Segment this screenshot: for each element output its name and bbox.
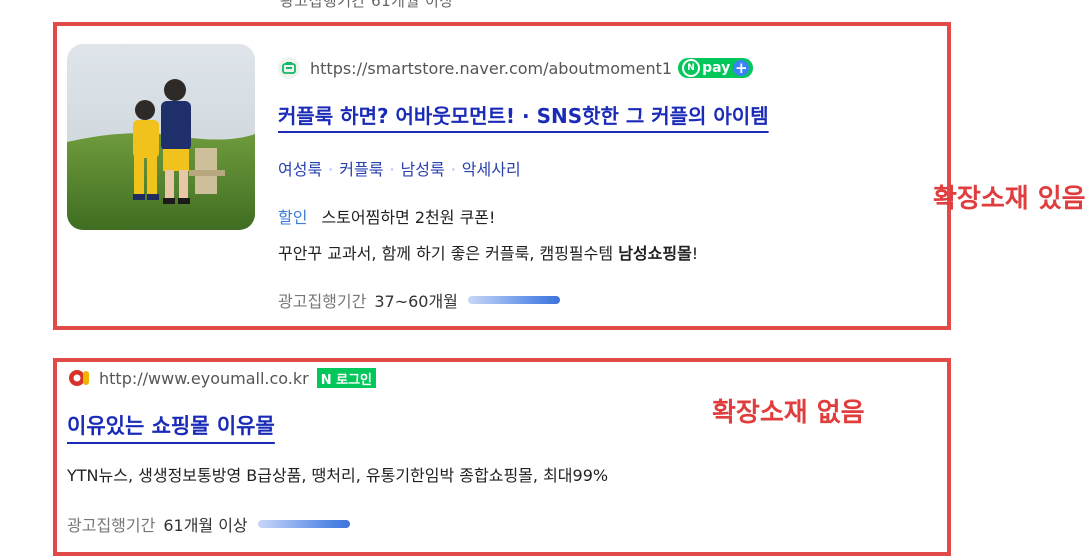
ad-with-extension-box: https://smartstore.naver.com/aboutmoment… <box>53 22 1086 330</box>
annotation-extension-no: 확장소재 없음 <box>712 398 865 428</box>
ad-display-url[interactable]: https://smartstore.naver.com/aboutmoment… <box>310 59 672 78</box>
sublinks-row: 여성룩 · 커플룩 · 남성룩 · 악세사리 <box>278 156 521 180</box>
previous-ad-fragment: 광고집행기간 61개월 이상 <box>280 0 454 10</box>
description-text: 꾸안꾸 교과서, 함께 하기 좋은 커플룩, 캠핑필수템 <box>278 244 619 263</box>
sublink-womens[interactable]: 여성룩 <box>278 160 322 179</box>
product-thumbnail-image[interactable] <box>67 44 255 230</box>
ad-description: YTN뉴스, 생생정보통방영 B급상품, 땡처리, 유통기한임박 종합쇼핑몰, … <box>67 466 609 485</box>
ad-with-extension-content: https://smartstore.naver.com/aboutmoment… <box>278 26 1086 326</box>
promotion-row: 할인 스토어찜하면 2천원 쿠폰! <box>278 204 495 228</box>
npay-label: pay <box>702 60 731 76</box>
naver-n-icon: N <box>682 59 701 77</box>
ad-period-row: 광고집행기간 37~60개월 <box>278 288 560 312</box>
ad-display-url[interactable]: http://www.eyoumall.co.kr <box>99 369 309 388</box>
annotation-extension-yes: 확장소재 있음 <box>933 184 1086 214</box>
ad-url-row: https://smartstore.naver.com/aboutmoment… <box>278 56 754 80</box>
period-label: 광고집행기간 <box>278 292 367 311</box>
period-label: 광고집행기간 <box>67 516 156 535</box>
period-value: 37~60개월 <box>374 292 458 311</box>
ad-title-link[interactable]: 커플룩 하면? 어바웃모먼트! · SNS핫한 그 커플의 아이템 <box>278 100 769 129</box>
ad-url-row: http://www.eyoumall.co.kr N 로그인 <box>67 368 377 388</box>
smartstore-icon <box>278 57 300 79</box>
sublink-accessories[interactable]: 악세사리 <box>462 160 521 179</box>
description-keyword: 남성쇼핑몰 <box>618 244 692 263</box>
promotion-tag: 할인 <box>278 208 308 227</box>
sublink-separator: · <box>389 160 395 179</box>
ad-description: 꾸안꾸 교과서, 함께 하기 좋은 커플룩, 캠핑필수템 남성쇼핑몰! <box>278 240 698 264</box>
plus-icon: + <box>733 59 750 77</box>
period-bar <box>257 520 350 528</box>
ad-without-extension-content: http://www.eyoumall.co.kr N 로그인 이유있는 쇼핑몰… <box>67 362 947 552</box>
description-end: ! <box>691 244 699 263</box>
npay-badge: N pay + <box>678 58 754 78</box>
sublink-couple[interactable]: 커플룩 <box>339 160 383 179</box>
search-ads-comparison: 광고집행기간 61개월 이상 https://smartstore.naver.… <box>0 0 1088 558</box>
ad-without-extension-box: http://www.eyoumall.co.kr N 로그인 이유있는 쇼핑몰… <box>53 358 951 556</box>
ad-title-link[interactable]: 이유있는 쇼핑몰 이유몰 <box>67 410 275 440</box>
sublink-mens[interactable]: 남성룩 <box>401 160 445 179</box>
period-value: 61개월 이상 <box>163 516 248 535</box>
eyoumall-logo-icon <box>67 368 91 388</box>
sublink-separator: · <box>450 160 456 179</box>
period-bar <box>467 296 560 304</box>
promotion-text[interactable]: 스토어찜하면 2천원 쿠폰! <box>321 208 495 227</box>
sublink-separator: · <box>328 160 334 179</box>
naver-login-badge: N 로그인 <box>316 368 377 388</box>
ad-period-row: 광고집행기간 61개월 이상 <box>67 512 350 536</box>
